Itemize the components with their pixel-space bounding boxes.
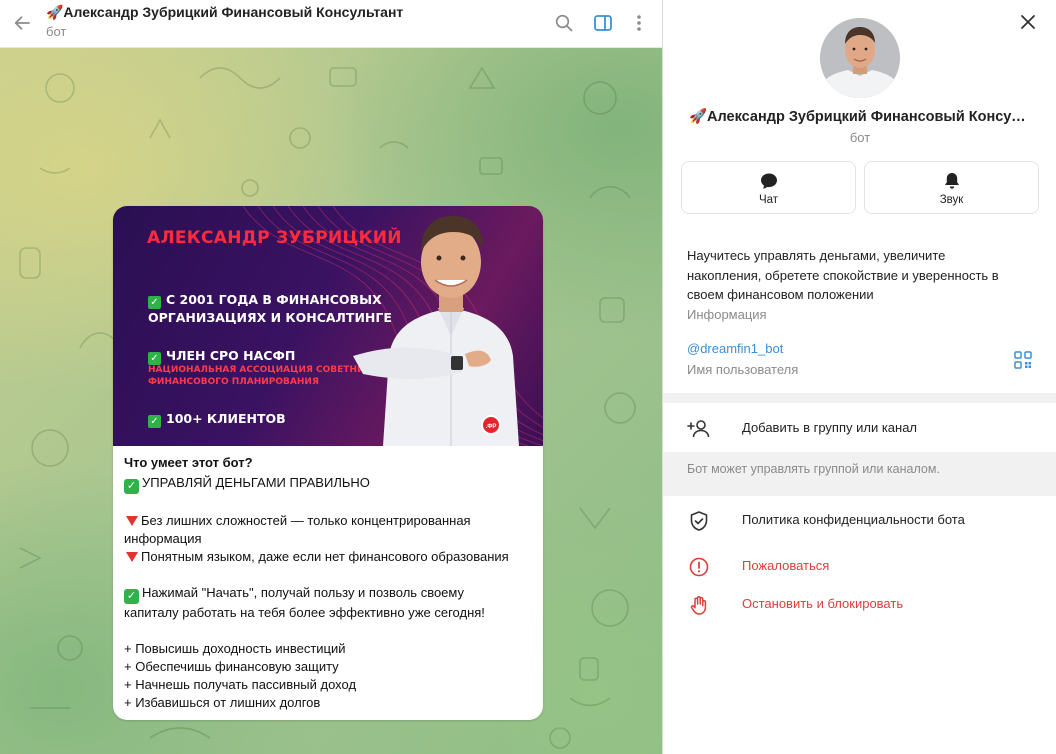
stop-and-block-label: Остановить и блокировать [742,596,904,611]
check-icon: ✓ [148,352,161,365]
promo-banner-image[interactable]: АЛЕКСАНДР ЗУБРИЦКИЙ ✓ С 2001 ГОДА В ФИНАН… [113,206,543,446]
report-button[interactable]: Пожаловаться [663,548,1056,584]
about-line: накопления, обретете спокойствие и увере… [687,267,999,283]
promo-line-2: ✓ ЧЛЕН СРО НАСФП [148,347,295,365]
bot-status: бот [849,130,871,145]
chat-subtitle: бот [46,24,67,39]
bot-name: 🚀Александр Зубрицкий Финансовый Консульт… [689,109,1034,125]
benefit-item: + Избавишься от лишних долгов [124,695,321,710]
report-label: Пожаловаться [742,558,830,573]
close-panel-button[interactable] [1016,10,1040,34]
chat-button[interactable]: Чат [681,161,856,214]
message-paragraph-2-cont: информация [124,531,202,546]
add-to-group-label: Добавить в группу или канал [742,420,918,435]
bot-username[interactable]: @dreamfin1_bot [687,341,783,356]
red-triangle-icon [126,552,138,562]
check-icon: ✓ [148,415,161,428]
consultant-photo [353,216,519,446]
stop-and-block-button[interactable]: Остановить и блокировать [663,586,1056,622]
close-icon [1021,15,1035,29]
chat-wallpaper: АЛЕКСАНДР ЗУБРИЦКИЙ ✓ С 2001 ГОДА В ФИНАН… [0,48,662,754]
chat-header: 🚀Александр Зубрицкий Финансовый Консульт… [0,0,662,48]
about-caption: Информация [687,306,767,322]
message-paragraph-3: Понятным языком, даже если нет финансово… [124,548,532,566]
hand-stop-icon [690,596,707,615]
check-mark-icon: ✓ [124,479,139,494]
message-paragraph-4-cont: капиталу работать на тебя более эффектив… [124,605,485,620]
avatar-photo [820,18,900,98]
promo-line-1a: ✓ С 2001 ГОДА В ФИНАНСОВЫХ [148,291,382,309]
about-line: своем финансовом положении [687,287,874,302]
add-user-icon [687,420,710,438]
section-divider [663,393,1056,403]
more-vertical-icon [637,15,641,31]
about-line: Научитесь управлять деньгами, увеличите [687,248,946,263]
benefit-item: + Начнешь получать пассивный доход [124,677,357,692]
back-arrow-icon [14,16,30,30]
sound-button-label: Звук [939,194,964,206]
username-caption: Имя пользователя [687,362,799,377]
back-button[interactable] [8,9,36,37]
qr-code-icon[interactable] [1014,351,1032,369]
benefit-item: + Обеспечишь финансовую защиту [124,659,339,674]
privacy-policy-label: Политика конфиденциальности бота [742,512,965,527]
message-text: Что умеет этот бот? ✓ УПРАВЛЯЙ ДЕНЬГАМИ П… [113,446,543,712]
chat-button-label: Чат [758,194,779,206]
search-icon [555,14,573,32]
sound-button[interactable]: Звук [864,161,1039,214]
red-triangle-icon [126,516,138,526]
check-icon: ✓ [148,296,161,309]
more-menu-button[interactable] [626,10,652,36]
chat-title[interactable]: 🚀Александр Зубрицкий Финансовый Консульт… [46,4,403,21]
check-mark-icon: ✓ [124,589,139,604]
message-paragraph-4: ✓ Нажимай "Начать", получай пользу и позв… [124,584,532,604]
promo-line-2-small-b: ФИНАНСОВОГО ПЛАНИРОВАНИЯ [148,377,319,387]
bot-description-message: АЛЕКСАНДР ЗУБРИЦКИЙ ✓ С 2001 ГОДА В ФИНАН… [113,206,543,720]
privacy-policy-button[interactable]: Политика конфиденциальности бота [663,502,1056,538]
promo-line-3: ✓ 100+ КЛИЕНТОВ [148,410,286,428]
benefit-item: + Повысишь доходность инвестиций [124,641,346,656]
promo-line-2-small-a: НАЦИОНАЛЬНАЯ АССОЦИАЦИЯ СОВЕТНИКОВ [148,365,387,375]
toggle-info-panel-button[interactable] [590,10,616,36]
message-question: Что умеет этот бот? [124,455,253,470]
chat-bubble-icon [760,173,777,189]
search-button[interactable] [551,10,577,36]
sidebar-toggle-icon [594,15,612,31]
warning-circle-icon [689,557,709,577]
avatar[interactable] [820,18,900,98]
group-hint: Бот может управлять группой или каналом. [687,462,940,476]
shield-check-icon [690,511,708,531]
bell-icon [944,173,959,189]
chat-view: 🚀Александр Зубрицкий Финансовый Консульт… [0,0,662,754]
message-paragraph-1: ✓ УПРАВЛЯЙ ДЕНЬГАМИ ПРАВИЛЬНО [124,474,532,494]
bot-info-panel: 🚀Александр Зубрицкий Финансовый Консульт… [662,0,1056,754]
promo-badge: .ФР [481,415,501,435]
bot-about: Научитесь управлять деньгами, увеличите … [687,246,1037,324]
message-paragraph-2: Без лишних сложностей — только концентри… [124,512,532,530]
add-to-group-button[interactable]: Добавить в группу или канал [663,410,1056,446]
